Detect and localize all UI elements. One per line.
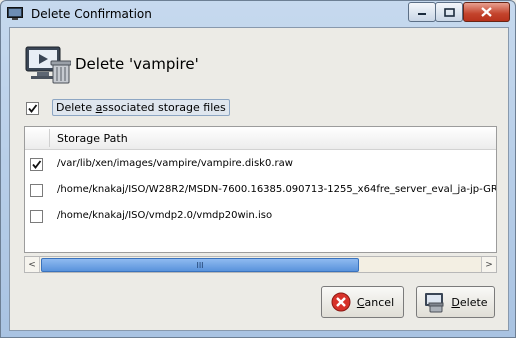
storage-path: /var/lib/xen/images/vampire/vampire.disk… <box>57 158 293 169</box>
delete-label: Delete <box>451 295 488 309</box>
computer-trash-icon <box>25 46 71 84</box>
window-title: Delete Confirmation <box>31 7 152 21</box>
chevron-right-icon: > <box>485 259 493 270</box>
delete-icon <box>425 293 444 313</box>
list-item[interactable]: /home/knakaj/ISO/vmdp2.0/vmdp20win.iso <box>25 203 496 229</box>
storage-path-column-header[interactable]: Storage Path <box>57 132 128 145</box>
close-button[interactable] <box>463 2 510 22</box>
dialog-window: Delete Confirmation Delete 'vampire' Del… <box>0 0 516 338</box>
grip-icon: III <box>196 260 204 270</box>
title-bar[interactable]: Delete Confirmation <box>1 1 515 27</box>
maximize-icon <box>443 7 455 17</box>
scroll-left-button[interactable]: < <box>25 257 40 272</box>
delete-button[interactable]: Delete <box>416 286 495 318</box>
horizontal-scrollbar[interactable]: < III > <box>24 256 497 273</box>
column-separator[interactable] <box>49 129 50 147</box>
app-icon <box>7 7 23 20</box>
delete-storage-label[interactable]: Delete associated storage files <box>52 99 230 116</box>
list-item[interactable]: /home/knakaj/ISO/W28R2/MSDN-7600.16385.0… <box>25 177 496 203</box>
checkmark-icon <box>28 104 38 113</box>
storage-row-checkbox[interactable] <box>30 210 43 223</box>
list-header: Storage Path <box>25 127 496 150</box>
storage-row-checkbox[interactable] <box>30 158 43 171</box>
delete-storage-checkbox[interactable] <box>26 102 39 115</box>
scroll-thumb[interactable]: III <box>41 258 359 272</box>
cancel-icon <box>331 292 351 312</box>
storage-path: /home/knakaj/ISO/W28R2/MSDN-7600.16385.0… <box>57 184 497 195</box>
storage-list: Storage Path /var/lib/xen/images/vampire… <box>24 126 497 253</box>
chevron-left-icon: < <box>28 259 36 270</box>
dialog-body: Delete 'vampire' Delete associated stora… <box>9 27 509 331</box>
checkmark-icon <box>32 160 42 169</box>
minimize-icon <box>418 13 426 15</box>
storage-row-checkbox[interactable] <box>30 184 43 197</box>
cancel-label: Cancel <box>356 295 395 309</box>
close-icon <box>481 7 492 17</box>
storage-path: /home/knakaj/ISO/vmdp2.0/vmdp20win.iso <box>57 210 273 221</box>
dialog-heading: Delete 'vampire' <box>75 55 199 73</box>
list-item[interactable]: /var/lib/xen/images/vampire/vampire.disk… <box>25 151 496 177</box>
cancel-button[interactable]: Cancel <box>321 286 404 318</box>
scroll-right-button[interactable]: > <box>481 257 496 272</box>
maximize-button[interactable] <box>435 2 463 22</box>
minimize-button[interactable] <box>408 2 436 22</box>
